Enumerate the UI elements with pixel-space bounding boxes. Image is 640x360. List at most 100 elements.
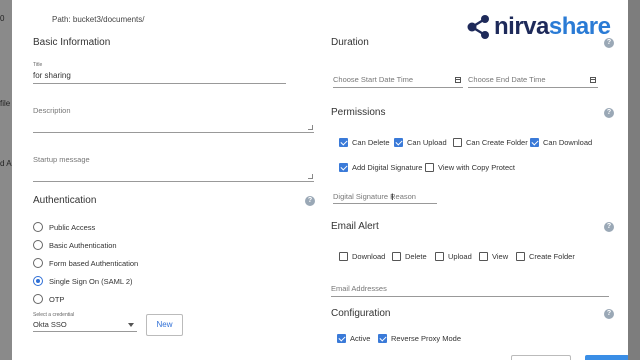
- auth-option-label: Public Access: [49, 222, 96, 232]
- text-cursor-icon: I: [391, 193, 394, 203]
- help-circle-icon[interactable]: ?: [604, 309, 614, 319]
- email-alert-label: Upload: [448, 252, 472, 261]
- background-text: file: [0, 99, 11, 108]
- email-alert-label: Delete: [405, 252, 427, 261]
- logo-text-suffix: share: [548, 13, 611, 40]
- permission-can-download[interactable]: Can Download: [530, 138, 592, 147]
- radio-button[interactable]: [33, 258, 43, 268]
- auth-option-public-access[interactable]: Public Access: [33, 222, 95, 232]
- auth-option-otp[interactable]: OTP: [33, 294, 64, 304]
- checkbox[interactable]: [435, 252, 444, 261]
- end-date-underline: [468, 87, 598, 88]
- start-date-field[interactable]: Choose Start Date Time: [333, 75, 413, 84]
- checkbox-checked[interactable]: [339, 138, 348, 147]
- email-addresses-underline: [331, 296, 609, 297]
- logo-text-prefix: nirva: [494, 13, 549, 40]
- title-field-label: Title: [33, 62, 43, 68]
- email-addresses-field[interactable]: Email Addresses: [331, 284, 387, 293]
- checkbox-checked[interactable]: [337, 334, 346, 343]
- config-label: Active: [350, 334, 371, 343]
- credential-select[interactable]: Okta SSO: [33, 320, 67, 329]
- checkbox[interactable]: [392, 252, 401, 261]
- config-reverse-proxy[interactable]: Reverse Proxy Mode: [378, 334, 461, 343]
- radio-button[interactable]: [33, 222, 43, 232]
- duration-heading: Duration: [331, 37, 369, 48]
- auth-option-sso[interactable]: Single Sign On (SAML 2): [33, 276, 133, 286]
- auth-option-label: Single Sign On (SAML 2): [49, 276, 133, 286]
- radio-button-selected[interactable]: [33, 276, 43, 286]
- email-alert-heading: Email Alert: [331, 221, 379, 232]
- background-text: 0: [0, 14, 5, 23]
- end-date-field[interactable]: Choose End Date Time: [468, 75, 546, 84]
- email-alert-create-folder[interactable]: Create Folder: [516, 252, 575, 261]
- authentication-heading: Authentication: [33, 195, 97, 206]
- title-field-underline: [33, 83, 286, 84]
- description-field-underline: [33, 132, 314, 133]
- signature-reason-underline: [333, 203, 437, 204]
- checkbox-checked[interactable]: [394, 138, 403, 147]
- checkbox[interactable]: [339, 252, 348, 261]
- share-dialog: Path: bucket3/documents/ nirvashare Basi…: [12, 0, 628, 360]
- help-circle-icon[interactable]: ?: [305, 196, 315, 206]
- calendar-icon[interactable]: [455, 77, 461, 83]
- cancel-button[interactable]: [511, 355, 571, 360]
- permission-label: Can Create Folder: [466, 138, 528, 147]
- help-circle-icon[interactable]: ?: [604, 108, 614, 118]
- config-active[interactable]: Active: [337, 334, 370, 343]
- email-alert-upload[interactable]: Upload: [435, 252, 472, 261]
- email-alert-label: Download: [352, 252, 386, 261]
- config-label: Reverse Proxy Mode: [391, 334, 462, 343]
- help-circle-icon[interactable]: ?: [604, 222, 614, 232]
- resize-handle-icon[interactable]: [308, 125, 313, 130]
- calendar-icon[interactable]: [590, 77, 596, 83]
- share-path: Path: bucket3/documents/: [52, 15, 145, 24]
- chevron-down-icon[interactable]: [128, 323, 134, 327]
- email-alert-label: View: [492, 252, 509, 261]
- checkbox-checked[interactable]: [339, 163, 348, 172]
- checkbox[interactable]: [516, 252, 525, 261]
- checkbox-checked[interactable]: [378, 334, 387, 343]
- permission-can-upload[interactable]: Can Upload: [394, 138, 447, 147]
- nirvashare-logo: nirvashare: [466, 13, 611, 40]
- auth-option-form[interactable]: Form based Authentication: [33, 258, 138, 268]
- permission-can-create-folder[interactable]: Can Create Folder: [453, 138, 528, 147]
- email-alert-delete[interactable]: Delete: [392, 252, 427, 261]
- permission-label: Can Delete: [352, 138, 390, 147]
- permission-label: Add Digital Signature: [352, 163, 423, 172]
- configuration-heading: Configuration: [331, 308, 391, 319]
- startup-message-field[interactable]: Startup message: [33, 155, 90, 164]
- help-circle-icon[interactable]: ?: [604, 38, 614, 48]
- auth-option-basic[interactable]: Basic Authentication: [33, 240, 117, 250]
- email-alert-label: Create Folder: [529, 252, 575, 261]
- resize-handle-icon[interactable]: [308, 174, 313, 179]
- checkbox-checked[interactable]: [530, 138, 539, 147]
- checkbox[interactable]: [479, 252, 488, 261]
- background-app-left: 0 file d A: [0, 0, 12, 360]
- auth-option-label: Form based Authentication: [49, 258, 139, 268]
- start-date-underline: [333, 87, 463, 88]
- permission-can-delete[interactable]: Can Delete: [339, 138, 390, 147]
- logo-text: nirvashare: [494, 13, 611, 40]
- permission-label: Can Upload: [407, 138, 447, 147]
- radio-button[interactable]: [33, 294, 43, 304]
- permission-add-digital-signature[interactable]: Add Digital Signature: [339, 163, 422, 172]
- credential-select-label: Select a credential: [33, 312, 75, 318]
- checkbox[interactable]: [453, 138, 462, 147]
- background-app-right: [628, 0, 640, 360]
- email-alert-view[interactable]: View: [479, 252, 508, 261]
- checkbox[interactable]: [425, 163, 434, 172]
- background-text: d A: [0, 159, 12, 168]
- basic-information-heading: Basic Information: [33, 37, 111, 48]
- digital-signature-reason-field[interactable]: Digital Signature Reason: [333, 192, 416, 201]
- new-credential-button[interactable]: New: [146, 314, 183, 336]
- permission-view-copy-protect[interactable]: View with Copy Protect: [425, 163, 515, 172]
- startup-message-underline: [33, 181, 314, 182]
- submit-button[interactable]: [585, 355, 628, 360]
- description-field[interactable]: Description: [33, 106, 71, 115]
- permission-label: View with Copy Protect: [438, 163, 515, 172]
- radio-button[interactable]: [33, 240, 43, 250]
- share-nodes-icon: [466, 14, 492, 40]
- email-alert-download[interactable]: Download: [339, 252, 385, 261]
- title-field[interactable]: for sharing: [33, 71, 71, 80]
- auth-option-label: OTP: [49, 294, 65, 304]
